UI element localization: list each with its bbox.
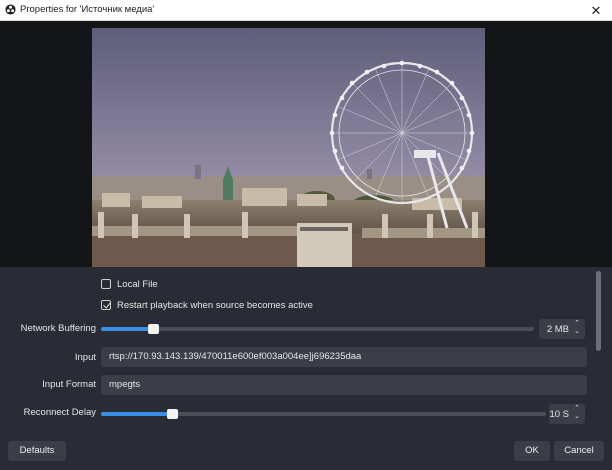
defaults-button[interactable]: Defaults	[8, 441, 66, 461]
reconnect-delay-slider-handle[interactable]	[167, 409, 178, 419]
network-buffering-value: 2 MB	[546, 324, 569, 335]
spin-arrows-icon[interactable]: ⌃ ⌄	[572, 405, 582, 421]
cancel-button[interactable]: Cancel	[554, 441, 604, 461]
reconnect-delay-spinbox[interactable]: 10 S ⌃ ⌄	[549, 404, 585, 424]
source-preview	[92, 28, 485, 267]
input-format-label: Input Format	[42, 379, 96, 390]
network-buffering-slider[interactable]	[101, 324, 534, 334]
local-file-checkbox[interactable]	[101, 279, 111, 289]
obs-logo-icon	[5, 4, 16, 15]
reconnect-delay-slider[interactable]	[101, 409, 546, 419]
input-format-field[interactable]: mpegts	[101, 375, 587, 395]
network-buffering-label: Network Buffering	[20, 323, 96, 334]
close-icon[interactable]: ✕	[580, 0, 612, 21]
scrollbar[interactable]	[596, 271, 601, 351]
reconnect-delay-slider-fill	[101, 412, 172, 416]
network-buffering-spinbox[interactable]: 2 MB ⌃ ⌄	[539, 319, 585, 339]
preview-image	[92, 28, 485, 267]
local-file-label: Local File	[117, 278, 158, 290]
title-bar: Properties for 'Источник медиа' ✕	[0, 0, 612, 21]
restart-playback-checkbox-row[interactable]: Restart playback when source becomes act…	[101, 298, 313, 312]
input-label: Input	[74, 352, 96, 363]
button-bar: Defaults OK Cancel	[0, 430, 612, 470]
restart-playback-checkbox[interactable]	[101, 300, 111, 310]
properties-panel: Local File Restart playback when source …	[0, 267, 612, 430]
preview-area	[0, 21, 612, 267]
reconnect-delay-label: Reconnect Delay	[23, 407, 96, 418]
input-field[interactable]: rtsp://170.93.143.139/470011e600ef003a00…	[101, 347, 587, 367]
network-buffering-slider-handle[interactable]	[148, 324, 159, 334]
spin-arrows-icon[interactable]: ⌃ ⌄	[572, 320, 582, 336]
reconnect-delay-value: 10 S	[549, 409, 569, 420]
ok-button[interactable]: OK	[514, 441, 550, 461]
network-buffering-slider-fill	[101, 327, 153, 331]
restart-playback-label: Restart playback when source becomes act…	[117, 299, 313, 311]
window-title: Properties for 'Источник медиа'	[20, 4, 155, 15]
local-file-checkbox-row[interactable]: Local File	[101, 277, 158, 291]
